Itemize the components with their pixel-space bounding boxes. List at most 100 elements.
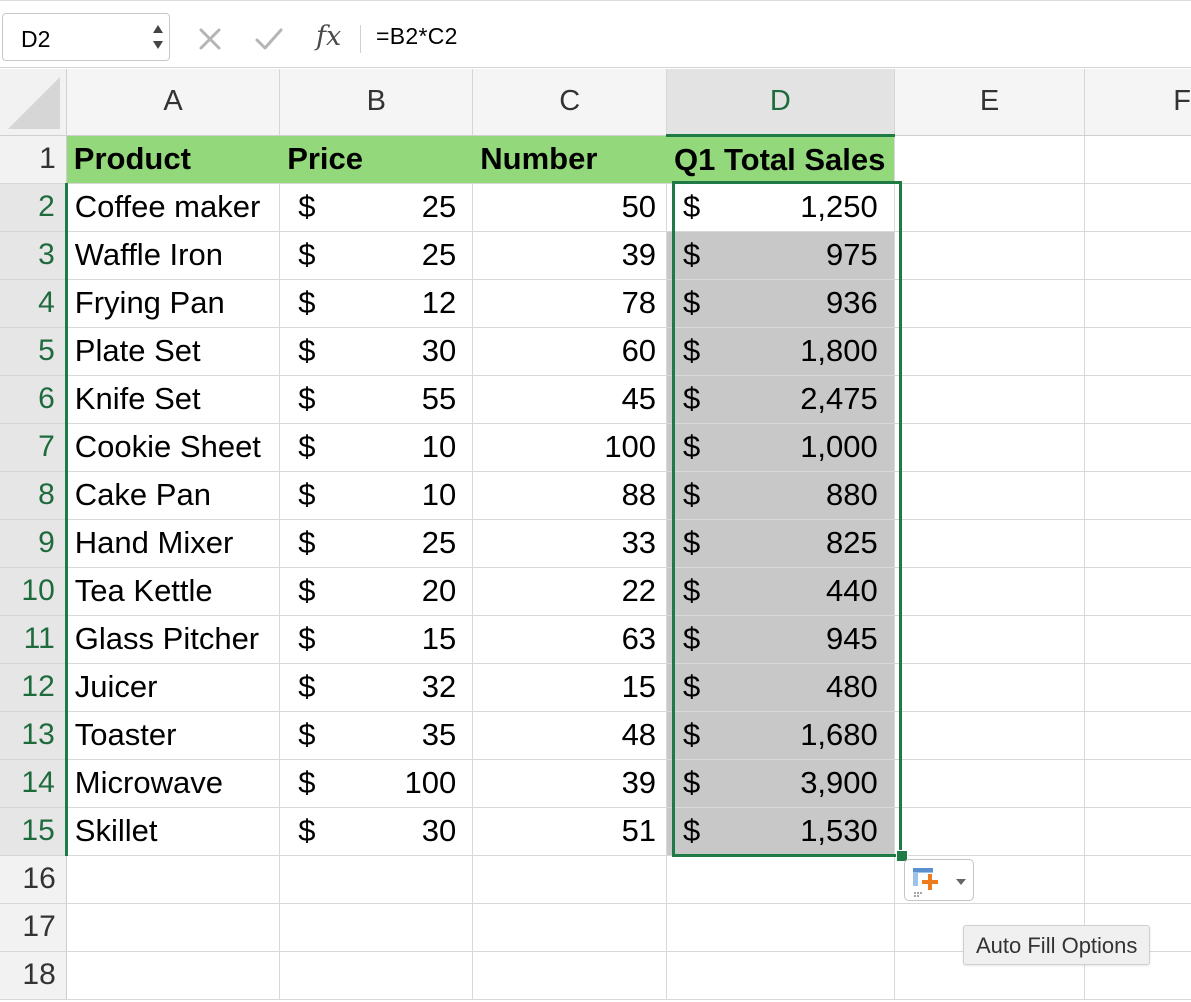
cell-number[interactable]: 50 <box>472 183 668 232</box>
cell-e[interactable] <box>894 759 1086 808</box>
cell-e[interactable] <box>894 519 1086 568</box>
row-header[interactable]: 12 <box>0 663 68 712</box>
cell-total[interactable]: $880 <box>666 471 895 520</box>
cell-f[interactable] <box>1084 327 1191 376</box>
cell-e[interactable] <box>894 423 1086 472</box>
cell-e[interactable] <box>894 615 1086 664</box>
cell-e[interactable] <box>894 183 1086 232</box>
cell-f[interactable] <box>1084 663 1191 712</box>
column-header-b[interactable]: B <box>279 69 473 136</box>
cell-product[interactable]: Coffee maker <box>66 183 281 232</box>
column-header-e[interactable]: E <box>893 69 1085 136</box>
cell-product[interactable]: Juicer <box>66 663 281 712</box>
cell-e1[interactable] <box>894 135 1086 184</box>
row-header[interactable]: 10 <box>0 567 68 616</box>
cell-f[interactable] <box>1084 231 1191 280</box>
cell-empty[interactable] <box>66 855 281 904</box>
cell-price[interactable]: $35 <box>279 711 474 760</box>
cell-empty[interactable] <box>472 951 668 1000</box>
cell-empty[interactable] <box>472 855 668 904</box>
cell-empty[interactable] <box>666 855 895 904</box>
row-header[interactable]: 11 <box>0 615 68 664</box>
cell-e[interactable] <box>894 327 1086 376</box>
cell-price[interactable]: $15 <box>279 615 474 664</box>
row-header[interactable]: 18 <box>0 951 67 1000</box>
cell-price[interactable]: $25 <box>279 183 474 232</box>
cell-total[interactable]: $480 <box>666 663 895 712</box>
cell-e[interactable] <box>894 471 1086 520</box>
cell-empty[interactable] <box>666 951 895 1000</box>
cell-price[interactable]: $10 <box>279 471 474 520</box>
cell-price[interactable]: $10 <box>279 423 474 472</box>
cell-d1[interactable]: Q1 Total Sales <box>666 135 895 184</box>
cell-product[interactable]: Plate Set <box>66 327 281 376</box>
cell-empty[interactable] <box>66 903 281 952</box>
cell-e[interactable] <box>894 567 1086 616</box>
cell-product[interactable]: Cake Pan <box>66 471 281 520</box>
cell-f[interactable] <box>1084 567 1191 616</box>
row-header[interactable]: 5 <box>0 327 68 376</box>
cell-e[interactable] <box>894 375 1086 424</box>
cell-number[interactable]: 15 <box>472 663 668 712</box>
cell-number[interactable]: 100 <box>472 423 668 472</box>
row-header[interactable]: 17 <box>0 903 67 952</box>
cell-product[interactable]: Waffle Iron <box>66 231 281 280</box>
cell-price[interactable]: $55 <box>279 375 474 424</box>
cell-f[interactable] <box>1084 759 1191 808</box>
cell-total[interactable]: $975 <box>666 231 895 280</box>
cell-price[interactable]: $12 <box>279 279 474 328</box>
row-header[interactable]: 3 <box>0 231 68 280</box>
formula-input[interactable]: =B2*C2 <box>376 23 458 50</box>
cell-price[interactable]: $100 <box>279 759 474 808</box>
row-header[interactable]: 9 <box>0 519 68 568</box>
cell-empty[interactable] <box>66 951 281 1000</box>
cell-product[interactable]: Cookie Sheet <box>66 423 281 472</box>
row-header[interactable]: 1 <box>0 135 67 184</box>
cell-e[interactable] <box>894 663 1086 712</box>
column-header-a[interactable]: A <box>65 69 280 136</box>
cell-number[interactable]: 60 <box>472 327 668 376</box>
row-header[interactable]: 4 <box>0 279 68 328</box>
cell-total[interactable]: $1,530 <box>666 807 895 856</box>
row-header[interactable]: 13 <box>0 711 68 760</box>
cell-number[interactable]: 45 <box>472 375 668 424</box>
select-all-corner[interactable] <box>0 69 67 136</box>
cell-number[interactable]: 88 <box>472 471 668 520</box>
cell-empty[interactable] <box>279 855 474 904</box>
cell-f[interactable] <box>1084 519 1191 568</box>
row-header[interactable]: 15 <box>0 807 68 856</box>
cell-price[interactable]: $32 <box>279 663 474 712</box>
cell-total[interactable]: $1,800 <box>666 327 895 376</box>
cell-product[interactable]: Glass Pitcher <box>66 615 281 664</box>
cell-number[interactable]: 51 <box>472 807 668 856</box>
cell-empty[interactable] <box>472 903 668 952</box>
cell-empty[interactable] <box>666 903 895 952</box>
cell-f1[interactable] <box>1084 135 1191 184</box>
cell-product[interactable]: Microwave <box>66 759 281 808</box>
cell-product[interactable]: Hand Mixer <box>66 519 281 568</box>
cell-total[interactable]: $1,250 <box>666 183 895 232</box>
cell-f[interactable] <box>1084 183 1191 232</box>
cell-total[interactable]: $945 <box>666 615 895 664</box>
row-header[interactable]: 2 <box>0 183 68 232</box>
cell-number[interactable]: 48 <box>472 711 668 760</box>
cell-total[interactable]: $440 <box>666 567 895 616</box>
cell-f[interactable] <box>1084 711 1191 760</box>
stepper-icon[interactable] <box>151 20 165 54</box>
cell-total[interactable]: $936 <box>666 279 895 328</box>
cell-e[interactable] <box>894 231 1086 280</box>
cell-f[interactable] <box>1084 375 1191 424</box>
cell-e[interactable] <box>894 711 1086 760</box>
cell-product[interactable]: Skillet <box>66 807 281 856</box>
row-header[interactable]: 6 <box>0 375 68 424</box>
cell-number[interactable]: 33 <box>472 519 668 568</box>
cell-empty[interactable] <box>1084 855 1191 904</box>
cell-number[interactable]: 78 <box>472 279 668 328</box>
cell-a1[interactable]: Product <box>66 135 281 184</box>
column-header-c[interactable]: C <box>472 69 667 136</box>
column-header-d[interactable]: D <box>666 69 895 137</box>
row-header[interactable]: 8 <box>0 471 68 520</box>
cancel-icon[interactable] <box>198 27 222 51</box>
cell-total[interactable]: $3,900 <box>666 759 895 808</box>
column-header-f[interactable]: F <box>1084 69 1191 136</box>
